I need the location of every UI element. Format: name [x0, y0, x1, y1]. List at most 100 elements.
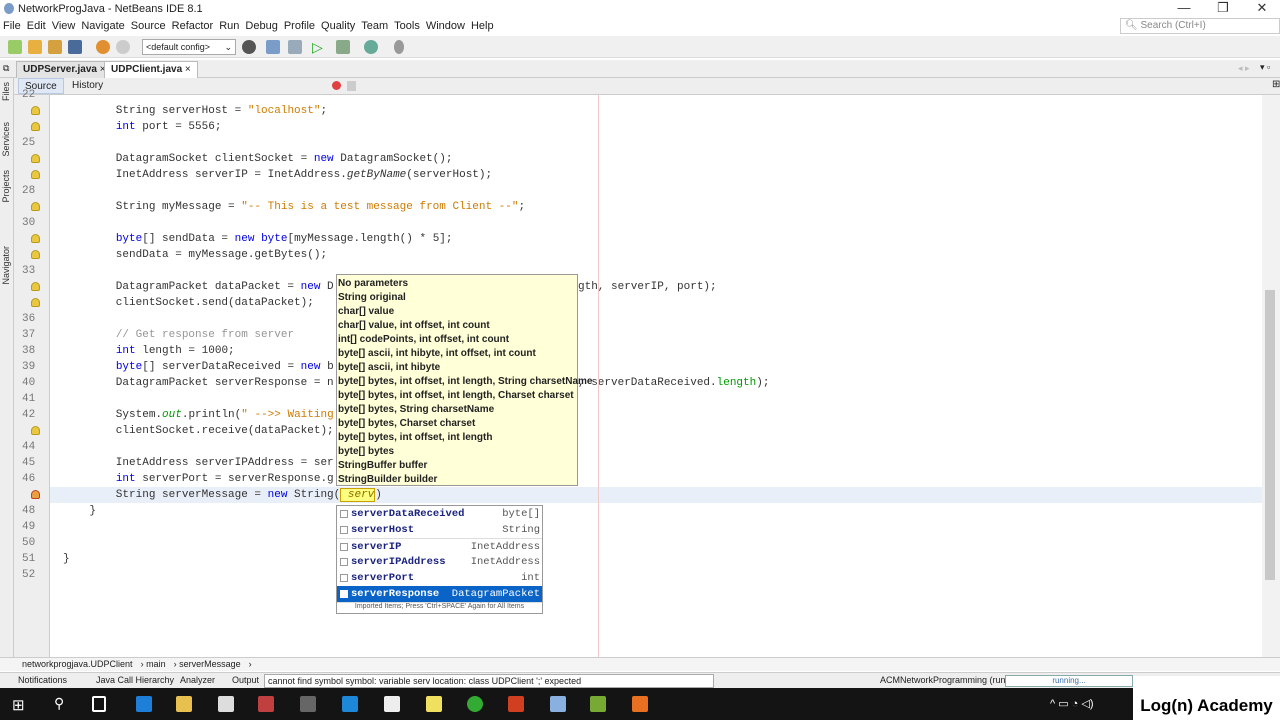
restore-button[interactable]: ❐	[1203, 0, 1243, 18]
task-view-icon[interactable]	[92, 696, 106, 712]
code-line[interactable]: sendData = myMessage.getBytes();	[50, 247, 1262, 263]
code-line[interactable]: DatagramPacket dataPacket = new Dgth, se…	[50, 279, 1262, 295]
undo-icon[interactable]	[96, 40, 110, 54]
sticky-notes-icon[interactable]	[426, 696, 442, 712]
lightbulb-hint-icon[interactable]	[31, 122, 40, 131]
powerpoint-icon[interactable]	[508, 696, 524, 712]
projects-panel-tab[interactable]: Projects	[1, 170, 11, 203]
code-line[interactable]	[50, 567, 1262, 583]
restore-window-icon[interactable]: ⧉	[3, 63, 9, 74]
breadcrumb-variable[interactable]: serverMessage	[179, 659, 241, 669]
app-icon[interactable]	[590, 696, 606, 712]
completion-item[interactable]: serverResponse DatagramPacket	[337, 586, 542, 602]
code-line[interactable]: InetAddress serverIPAddress = ser	[50, 455, 1262, 471]
code-line[interactable]: DatagramPacket serverResponse = n , serve…	[50, 375, 1262, 391]
code-line[interactable]	[50, 263, 1262, 279]
code-line[interactable]: String serverHost = "localhost";	[50, 103, 1262, 119]
code-line[interactable]	[50, 135, 1262, 151]
code-line[interactable]: int port = 5556;	[50, 119, 1262, 135]
code-line[interactable]: String myMessage = "-- This is a test me…	[50, 199, 1262, 215]
breadcrumb-method[interactable]: main	[146, 659, 166, 669]
output-tab[interactable]: Output	[232, 675, 259, 685]
minimize-button[interactable]: —	[1164, 0, 1204, 18]
profile-icon[interactable]	[364, 40, 378, 54]
navigator-panel-tab[interactable]: Navigator	[1, 246, 11, 285]
lightbulb-hint-icon[interactable]	[31, 170, 40, 179]
lightbulb-hint-icon[interactable]	[31, 202, 40, 211]
search-input[interactable]: 🔍︎ Search (Ctrl+I)	[1120, 18, 1280, 34]
recorder-icon[interactable]	[632, 696, 648, 712]
completion-item[interactable]: serverIPAddress InetAddress	[337, 554, 542, 570]
build-icon[interactable]	[266, 40, 280, 54]
menu-quality[interactable]: Quality	[318, 18, 358, 34]
debug-icon[interactable]	[336, 40, 350, 54]
lightbulb-hint-icon[interactable]	[31, 298, 40, 307]
start-icon[interactable]: ⊞	[12, 696, 25, 714]
config-select[interactable]: <default config> ⌄	[142, 39, 236, 55]
menu-team[interactable]: Team	[358, 18, 391, 34]
code-line[interactable]: }	[50, 503, 1262, 519]
code-line[interactable]	[50, 183, 1262, 199]
menu-file[interactable]: File	[0, 18, 24, 34]
menu-profile[interactable]: Profile	[281, 18, 318, 34]
lightbulb-hint-icon[interactable]	[31, 106, 40, 115]
scrollbar-thumb[interactable]	[1265, 290, 1275, 580]
system-tray-icon[interactable]: ^ ▭ ◔ ◁)	[1050, 697, 1094, 710]
scroll-tabs-icon[interactable]: ◂ ▸	[1238, 63, 1250, 74]
store-icon[interactable]	[218, 696, 234, 712]
remote-icon[interactable]	[342, 696, 358, 712]
code-line[interactable]: clientSocket.receive(dataPacket);	[50, 423, 1262, 439]
lightbulb-hint-icon[interactable]	[31, 426, 40, 435]
menu-view[interactable]: View	[49, 18, 79, 34]
lightbulb-hint-icon[interactable]	[31, 250, 40, 259]
edge-icon[interactable]	[136, 696, 152, 712]
split-editor-icon[interactable]: ⊞	[1272, 79, 1280, 90]
completion-item[interactable]: serverHost String	[337, 522, 542, 538]
calculator-icon[interactable]	[300, 696, 316, 712]
editor-scrollbar[interactable]	[1262, 95, 1280, 657]
run-progress[interactable]: running...	[1005, 675, 1133, 687]
menu-run[interactable]: Run	[216, 18, 242, 34]
tab-list-icon[interactable]: ▾ ▫	[1260, 62, 1270, 73]
breadcrumb-class[interactable]: networkprogjava.UDPClient	[22, 659, 133, 669]
lightbulb-hint-icon[interactable]	[31, 282, 40, 291]
menu-debug[interactable]: Debug	[242, 18, 280, 34]
code-line[interactable]: InetAddress serverIP = InetAddress.getBy…	[50, 167, 1262, 183]
code-line[interactable]: int length = 1000;	[50, 343, 1262, 359]
code-line[interactable]	[50, 391, 1262, 407]
completion-item[interactable]: serverDataReceived byte[]	[337, 506, 542, 522]
code-line[interactable]: DatagramSocket clientSocket = new Datagr…	[50, 151, 1262, 167]
files-panel-tab[interactable]: Files	[1, 82, 11, 101]
code-line[interactable]: }	[50, 551, 1262, 567]
code-editor[interactable]: String serverHost = "localhost"; int por…	[50, 95, 1262, 657]
code-line[interactable]	[50, 519, 1262, 535]
new-project-icon[interactable]	[28, 40, 42, 54]
code-line[interactable]: clientSocket.send(dataPacket);	[50, 295, 1262, 311]
menu-source[interactable]: Source	[128, 18, 169, 34]
completion-item[interactable]: serverIP InetAddress	[337, 538, 542, 554]
code-line[interactable]: System.out.println(" -->> Waiting	[50, 407, 1262, 423]
menu-window[interactable]: Window	[423, 18, 468, 34]
menu-navigate[interactable]: Navigate	[78, 18, 127, 34]
new-file-icon[interactable]	[8, 40, 22, 54]
code-line[interactable]: byte[] sendData = new byte[myMessage.len…	[50, 231, 1262, 247]
app-icon[interactable]	[258, 696, 274, 712]
notifications-tab[interactable]: Notifications	[18, 675, 67, 685]
netbeans-taskbar-icon[interactable]	[550, 696, 566, 712]
lightbulb-hint-icon[interactable]	[31, 234, 40, 243]
lightbulb-hint-icon[interactable]	[31, 154, 40, 163]
code-line[interactable]	[50, 311, 1262, 327]
run-icon[interactable]: ▷	[312, 39, 323, 56]
services-panel-tab[interactable]: Services	[1, 122, 11, 157]
call-hierarchy-tab[interactable]: Java Call Hierarchy	[96, 675, 174, 685]
code-line[interactable]	[50, 215, 1262, 231]
menu-edit[interactable]: Edit	[24, 18, 49, 34]
completion-item[interactable]: serverPort int	[337, 570, 542, 586]
chrome-icon[interactable]	[467, 696, 483, 712]
file-explorer-icon[interactable]	[176, 696, 192, 712]
save-all-icon[interactable]	[68, 40, 82, 54]
code-line[interactable]: int serverPort = serverResponse.g	[50, 471, 1262, 487]
toggle-breakpoint-icon[interactable]	[332, 81, 341, 90]
close-button[interactable]: ✕	[1242, 0, 1280, 18]
code-completion-list[interactable]: serverDataReceived byte[] serverHost String…	[336, 505, 543, 614]
